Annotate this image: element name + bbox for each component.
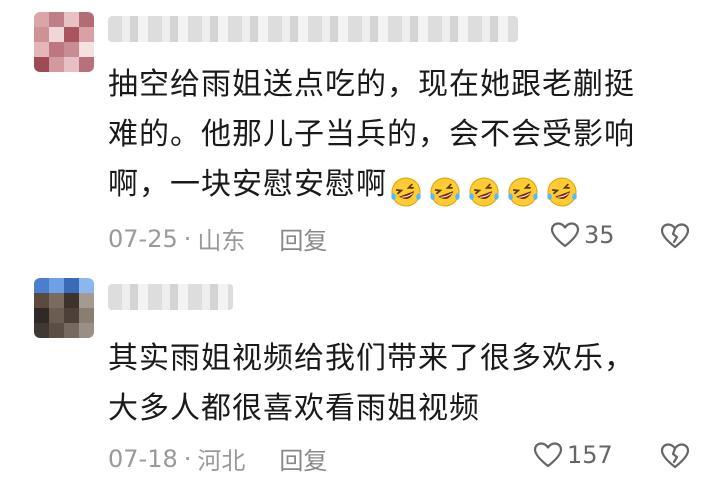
username-blurred[interactable] [108, 284, 233, 310]
avatar-pixel [79, 293, 94, 308]
comment-line: 其实雨姐视频给我们带来了很多欢乐， [108, 341, 635, 376]
avatar-pixel [79, 278, 94, 293]
dislike-button[interactable] [660, 442, 690, 474]
avatar-pixel [34, 42, 49, 57]
meta-separator: · [183, 444, 192, 473]
comment-meta: 07-25 · 山东 回复 [108, 221, 327, 256]
avatar-pixel [34, 278, 49, 293]
avatar-pixel [49, 293, 64, 308]
comment-item: 其实雨姐视频给我们带来了很多欢乐， 大多人都很喜欢看雨姐视频 07-18 · 河… [0, 270, 720, 483]
avatar-pixel [79, 27, 94, 42]
meta-separator: · [183, 224, 192, 253]
username-blurred[interactable] [108, 16, 518, 42]
avatar-pixel [79, 57, 94, 72]
comment-meta: 07-18 · 河北 回复 [108, 441, 327, 476]
avatar-pixel [34, 12, 49, 27]
comment-line: 难的。他那儿子当兵的，会不会受影响 [108, 117, 635, 152]
comment-location: 河北 [197, 447, 246, 475]
avatar-mosaic [34, 12, 94, 72]
laughing-crying-emoji-icon [469, 177, 499, 206]
avatar-pixel [64, 27, 79, 42]
comment-line: 啊，一块安慰安慰啊 [108, 167, 387, 202]
avatar-pixel [64, 57, 79, 72]
broken-heart-icon [660, 223, 690, 249]
avatar-pixel [49, 278, 64, 293]
laughing-crying-emoji-icon [508, 177, 538, 206]
heart-icon [550, 222, 580, 248]
avatar-pixel [34, 293, 49, 308]
avatar-mosaic [34, 278, 94, 338]
comment-line-with-emoji: 啊，一块安慰安慰啊 [108, 160, 698, 216]
avatar-pixel [34, 27, 49, 42]
like-count: 35 [584, 221, 615, 249]
avatar-pixel [64, 293, 79, 308]
broken-heart-icon [660, 443, 690, 469]
avatar-pixel [79, 323, 94, 338]
comment-date: 07-25 [108, 224, 178, 253]
reply-button[interactable]: 回复 [279, 441, 327, 476]
avatar[interactable] [34, 12, 94, 72]
like-button[interactable]: 157 [533, 441, 613, 469]
avatar-pixel [64, 42, 79, 57]
emoji-row [389, 166, 584, 216]
comment-location: 山东 [197, 227, 246, 255]
heart-icon [533, 442, 563, 468]
laughing-crying-emoji-icon [430, 177, 460, 206]
avatar-pixel [64, 12, 79, 27]
avatar-pixel [79, 12, 94, 27]
dislike-button[interactable] [660, 222, 690, 254]
comment-line: 大多人都很喜欢看雨姐视频 [108, 391, 480, 426]
like-button[interactable]: 35 [550, 221, 615, 249]
avatar-pixel [79, 42, 94, 57]
avatar-pixel [49, 323, 64, 338]
reply-button[interactable]: 回复 [279, 221, 327, 256]
comment-text: 抽空给雨姐送点吃的，现在她跟老蒯挺 难的。他那儿子当兵的，会不会受影响 啊，一块… [108, 60, 698, 216]
avatar-pixel [64, 308, 79, 323]
avatar-pixel [49, 308, 64, 323]
avatar-pixel [49, 42, 64, 57]
avatar-pixel [34, 57, 49, 72]
laughing-crying-emoji-icon [547, 177, 577, 206]
avatar[interactable] [34, 278, 94, 338]
avatar-pixel [34, 323, 49, 338]
comment-line: 抽空给雨姐送点吃的，现在她跟老蒯挺 [108, 67, 635, 102]
like-count: 157 [567, 441, 613, 469]
avatar-pixel [49, 57, 64, 72]
avatar-pixel [64, 323, 79, 338]
avatar-pixel [79, 308, 94, 323]
avatar-pixel [34, 308, 49, 323]
comment-date: 07-18 [108, 444, 178, 473]
avatar-pixel [49, 27, 64, 42]
avatar-pixel [64, 278, 79, 293]
laughing-crying-emoji-icon [391, 177, 421, 206]
comment-item: 抽空给雨姐送点吃的，现在她跟老蒯挺 难的。他那儿子当兵的，会不会受影响 啊，一块… [0, 0, 720, 262]
avatar-pixel [49, 12, 64, 27]
comment-text: 其实雨姐视频给我们带来了很多欢乐， 大多人都很喜欢看雨姐视频 [108, 334, 698, 434]
